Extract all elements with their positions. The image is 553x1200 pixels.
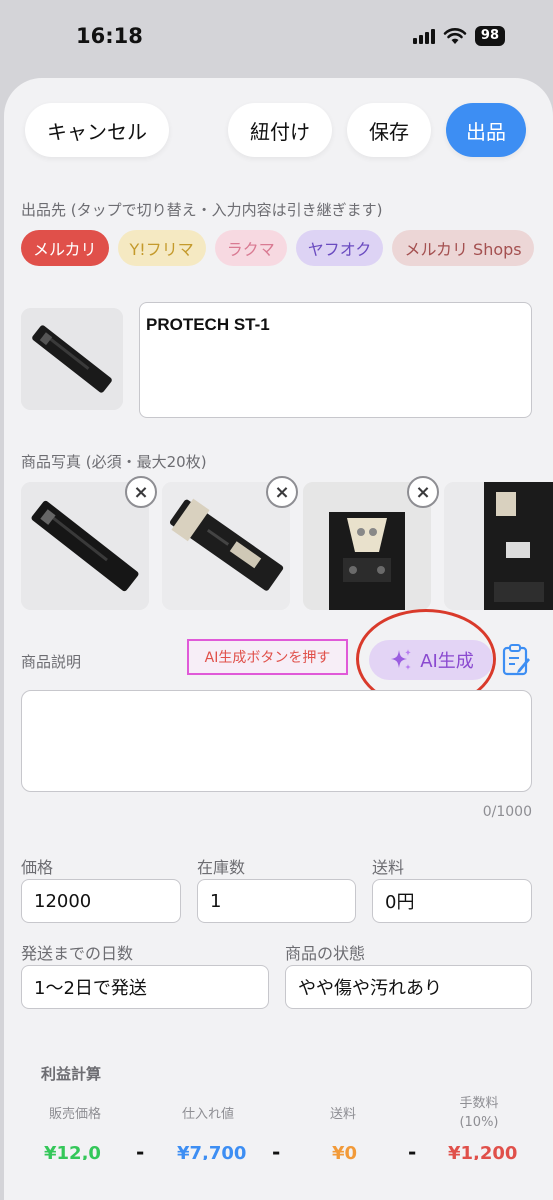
link-button[interactable]: 紐付け bbox=[228, 103, 332, 157]
remove-photo-button[interactable]: × bbox=[266, 476, 298, 508]
condition-select[interactable]: やや傷や汚れあり bbox=[285, 965, 532, 1009]
shipping-fee-input[interactable]: 0円 bbox=[372, 879, 532, 923]
profit-label-shipping: 送料 bbox=[329, 1107, 356, 1122]
product-photo[interactable] bbox=[444, 482, 553, 610]
chip-rakuma[interactable]: ラクマ bbox=[214, 230, 287, 266]
profit-label-fee: 手数料 (10%) bbox=[459, 1096, 499, 1130]
save-button[interactable]: 保存 bbox=[347, 103, 431, 157]
stock-input[interactable]: 1 bbox=[197, 879, 356, 923]
listing-sheet: キャンセル 紐付け 保存 出品 出品先 (タップで切り替え・入力内容は引き継ぎま… bbox=[4, 78, 553, 1200]
minus-operator: - bbox=[408, 1140, 417, 1164]
profit-label-sale-price: 販売価格 bbox=[48, 1107, 101, 1122]
sparkles-icon bbox=[391, 649, 412, 670]
condition-label: 商品の状態 bbox=[285, 944, 366, 963]
stock-label: 在庫数 bbox=[197, 858, 246, 877]
profit-value-cost: ¥7,700 bbox=[177, 1143, 247, 1160]
price-label: 価格 bbox=[21, 858, 54, 877]
profit-value-sale-price: ¥12,0 bbox=[44, 1143, 101, 1160]
price-input[interactable]: 12000 bbox=[21, 879, 181, 923]
status-bar: 16:18 98 bbox=[0, 0, 553, 80]
chip-yahoo-auction[interactable]: ヤフオク bbox=[295, 230, 384, 266]
battery-indicator: 98 bbox=[474, 26, 505, 46]
description-input[interactable] bbox=[21, 690, 532, 792]
status-icons: 98 bbox=[412, 26, 505, 46]
status-time: 16:18 bbox=[76, 24, 143, 48]
chip-mercari[interactable]: メルカリ bbox=[21, 230, 109, 266]
profit-title: 利益計算 bbox=[41, 1065, 102, 1083]
chip-yahoo-fleamarket[interactable]: Y!フリマ bbox=[117, 230, 206, 266]
shipping-fee-label: 送料 bbox=[372, 858, 405, 877]
description-label: 商品説明 bbox=[21, 653, 82, 671]
minus-operator: - bbox=[272, 1140, 281, 1164]
profit-value-shipping: ¥0 bbox=[332, 1143, 358, 1160]
main-thumbnail[interactable] bbox=[21, 308, 123, 410]
destination-label: 出品先 (タップで切り替え・入力内容は引き継ぎます) bbox=[21, 201, 383, 219]
minus-operator: - bbox=[136, 1140, 145, 1164]
destination-chips: メルカリ Y!フリマ ラクマ ヤフオク メルカリ Shops bbox=[21, 230, 534, 266]
remove-photo-button[interactable]: × bbox=[407, 476, 439, 508]
ai-generate-label: AI生成 bbox=[420, 651, 474, 672]
ai-generate-button[interactable]: AI生成 bbox=[369, 640, 493, 680]
chip-mercari-shops[interactable]: メルカリ Shops bbox=[392, 230, 534, 266]
profit-label-cost: 仕入れ値 bbox=[181, 1107, 234, 1122]
description-counter: 0/1000 bbox=[482, 804, 532, 820]
title-input[interactable]: PROTECH ST-1 bbox=[139, 302, 532, 418]
remove-photo-button[interactable]: × bbox=[125, 476, 157, 508]
wifi-icon bbox=[443, 28, 467, 44]
publish-button[interactable]: 出品 bbox=[446, 103, 526, 157]
shipping-days-label: 発送までの日数 bbox=[21, 944, 134, 963]
note-edit-icon[interactable] bbox=[501, 643, 531, 677]
ai-hint-annotation: AI生成ボタンを押す bbox=[187, 639, 348, 675]
shipping-days-select[interactable]: 1〜2日で発送 bbox=[21, 965, 269, 1009]
cellular-signal-icon bbox=[412, 28, 435, 44]
cancel-button[interactable]: キャンセル bbox=[25, 103, 169, 157]
photos-label: 商品写真 (必須・最大20枚) bbox=[21, 453, 207, 471]
profit-value-fee: ¥1,200 bbox=[448, 1143, 518, 1160]
